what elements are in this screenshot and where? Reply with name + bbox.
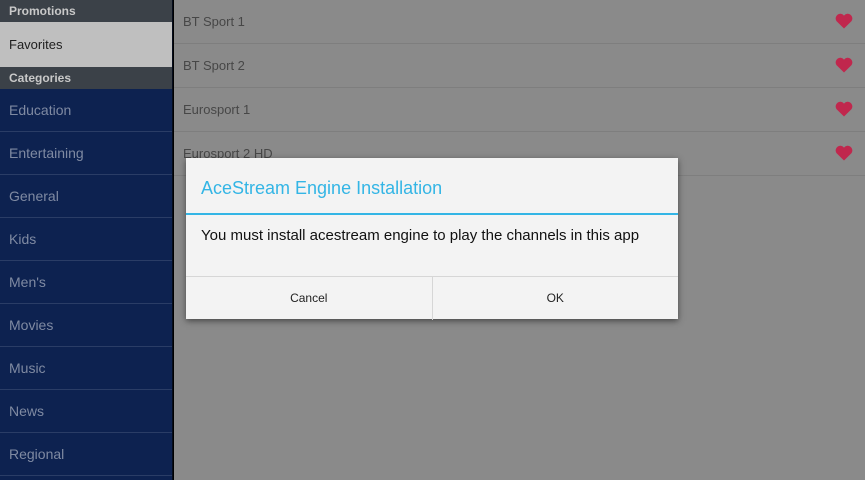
sidebar-item-mens[interactable]: Men's [0, 261, 172, 304]
sidebar-item-kids[interactable]: Kids [0, 218, 172, 261]
app-window: Promotions Favorites Categories Educatio… [0, 0, 865, 480]
heart-icon[interactable] [835, 57, 853, 73]
sidebar-item-music[interactable]: Music [0, 347, 172, 390]
cancel-button[interactable]: Cancel [186, 277, 432, 320]
install-dialog: AceStream Engine Installation You must i… [186, 158, 678, 320]
dialog-message: You must install acestream engine to pla… [201, 227, 640, 244]
channel-name: Eurosport 1 [183, 102, 251, 117]
sidebar-item-general[interactable]: General [0, 175, 172, 218]
sidebar-item-movies[interactable]: Movies [0, 304, 172, 347]
sidebar-item-favorites[interactable]: Favorites [0, 22, 172, 67]
channel-name: BT Sport 1 [183, 14, 245, 29]
sidebar-item-news[interactable]: News [0, 390, 172, 433]
dialog-title: AceStream Engine Installation [186, 158, 678, 215]
channel-row[interactable]: BT Sport 2 [174, 44, 865, 88]
channel-row[interactable]: BT Sport 1 [174, 0, 865, 44]
categories-header: Categories [0, 67, 172, 89]
promotions-header: Promotions [0, 0, 172, 22]
sidebar-item-entertaining[interactable]: Entertaining [0, 132, 172, 175]
heart-icon[interactable] [835, 13, 853, 29]
category-list: Education Entertaining General Kids Men'… [0, 89, 172, 476]
dialog-button-bar: Cancel OK [186, 276, 678, 320]
heart-icon[interactable] [835, 101, 853, 117]
sidebar-item-regional[interactable]: Regional [0, 433, 172, 476]
ok-button[interactable]: OK [431, 277, 679, 320]
channel-row[interactable]: Eurosport 1 [174, 88, 865, 132]
sidebar-item-education[interactable]: Education [0, 89, 172, 132]
channel-name: BT Sport 2 [183, 58, 245, 73]
sidebar: Promotions Favorites Categories Educatio… [0, 0, 173, 480]
heart-icon[interactable] [835, 145, 853, 161]
